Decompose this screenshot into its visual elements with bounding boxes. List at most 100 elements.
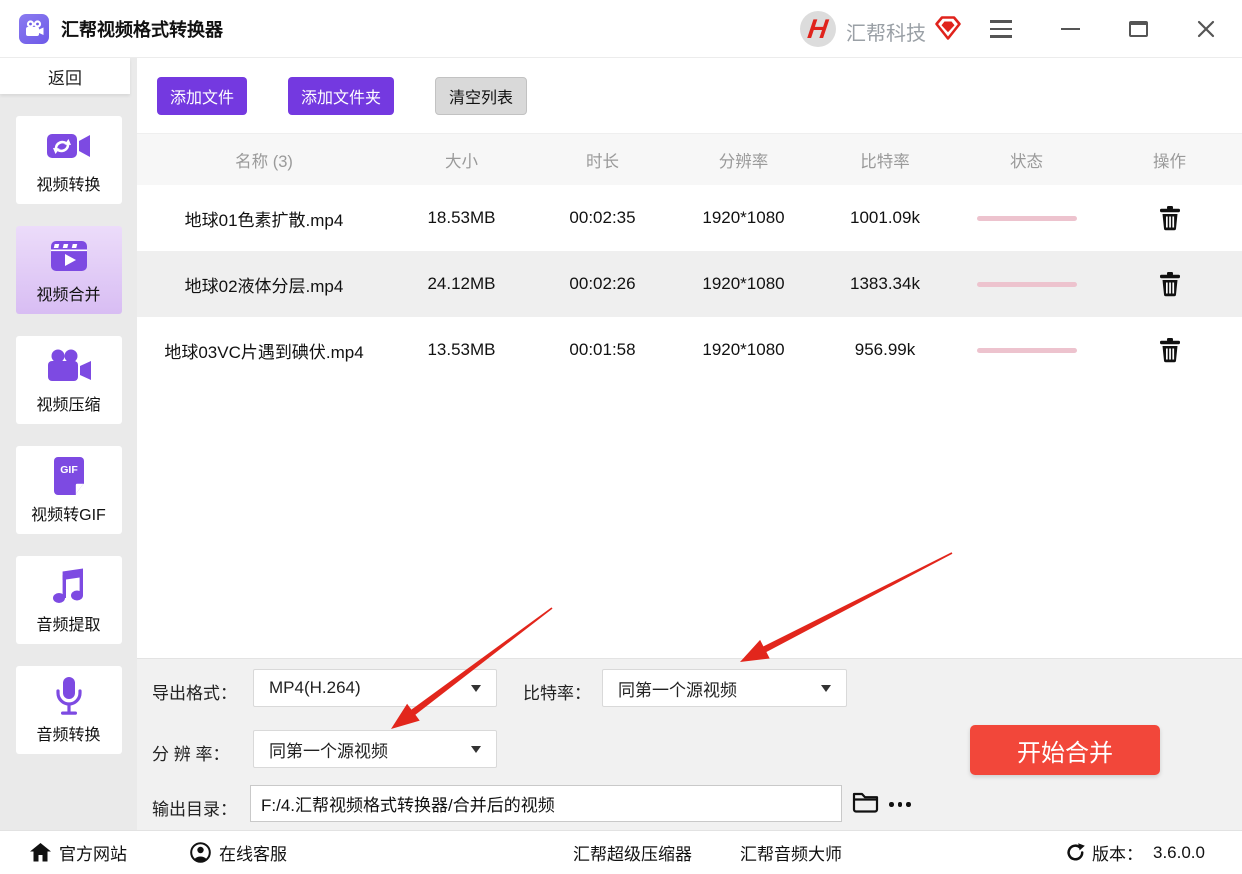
- cell-bitrate: 956.99k: [814, 340, 956, 360]
- version-info: 版本： 3.6.0.0: [1066, 831, 1205, 874]
- cell-size: 13.53MB: [391, 340, 532, 360]
- cell-size: 18.53MB: [391, 208, 532, 228]
- audio-extract-icon: [50, 566, 88, 606]
- version-label: 版本：: [1092, 840, 1143, 865]
- more-options-icon[interactable]: [889, 802, 915, 807]
- bitrate-value: 同第一个源视频: [618, 676, 737, 701]
- cell-duration: 00:02:35: [532, 208, 673, 228]
- sidebar: 返回 视频转换 视频合并: [0, 58, 137, 830]
- settings-panel: 导出格式： MP4(H.264) 比特率： 同第一个源视频 分 辨 率： 同第一…: [137, 658, 1242, 830]
- sidebar-item-audio-convert[interactable]: 音频转换: [16, 666, 122, 754]
- brand-logo-letter: H: [806, 16, 829, 43]
- audio-convert-icon: [53, 676, 85, 716]
- video-compress-icon: [46, 346, 92, 386]
- brand-name: 汇帮科技: [846, 17, 926, 46]
- support-person-icon: [190, 842, 211, 863]
- add-folder-button[interactable]: 添加文件夹: [288, 77, 394, 115]
- clear-list-button[interactable]: 清空列表: [435, 77, 527, 115]
- audio-master-link[interactable]: 汇帮音频大师: [740, 831, 842, 874]
- delete-icon[interactable]: [1159, 272, 1181, 297]
- output-dir-input[interactable]: [250, 785, 842, 822]
- sidebar-item-label: 视频转换: [36, 171, 100, 195]
- col-header-resolution: 分辨率: [673, 148, 814, 172]
- menu-icon[interactable]: [984, 14, 1018, 44]
- sidebar-item-audio-extract[interactable]: 音频提取: [16, 556, 122, 644]
- table-header: 名称 (3) 大小 时长 分辨率 比特率 状态 操作: [137, 133, 1242, 185]
- footer-bar: 官方网站 在线客服 汇帮超级压缩器 汇帮音频大师 版本： 3.6.0.0: [0, 830, 1242, 873]
- resolution-label: 分 辨 率：: [152, 740, 229, 765]
- home-icon: [30, 843, 51, 862]
- svg-text:GIF: GIF: [60, 464, 78, 476]
- cell-bitrate: 1383.34k: [814, 274, 956, 294]
- resolution-value: 同第一个源视频: [269, 737, 388, 762]
- refresh-icon: [1066, 843, 1085, 862]
- cell-name: 地球03VC片遇到碘伏.mp4: [137, 338, 391, 363]
- export-format-label: 导出格式：: [152, 679, 237, 704]
- cell-duration: 00:02:26: [532, 274, 673, 294]
- folder-icon[interactable]: [852, 790, 879, 813]
- resolution-dropdown[interactable]: 同第一个源视频: [253, 730, 497, 768]
- back-button[interactable]: 返回: [0, 58, 130, 94]
- cell-name: 地球01色素扩散.mp4: [137, 206, 391, 231]
- export-format-dropdown[interactable]: MP4(H.264): [253, 669, 497, 707]
- sidebar-item-label: 音频转换: [36, 721, 100, 745]
- col-header-size: 大小: [391, 148, 532, 172]
- official-site-link[interactable]: 官方网站: [30, 831, 127, 874]
- chevron-down-icon: [471, 685, 481, 692]
- cell-resolution: 1920*1080: [673, 274, 814, 294]
- bitrate-label: 比特率：: [523, 679, 591, 704]
- close-icon[interactable]: [1189, 14, 1223, 44]
- sidebar-item-video-convert[interactable]: 视频转换: [16, 116, 122, 204]
- delete-icon[interactable]: [1159, 206, 1181, 231]
- chevron-down-icon: [471, 746, 481, 753]
- col-header-duration: 时长: [532, 148, 673, 172]
- cell-bitrate: 1001.09k: [814, 208, 956, 228]
- cell-resolution: 1920*1080: [673, 208, 814, 228]
- start-merge-button[interactable]: 开始合并: [970, 725, 1160, 775]
- delete-icon[interactable]: [1159, 338, 1181, 363]
- add-file-button[interactable]: 添加文件: [157, 77, 247, 115]
- table-row: 地球03VC片遇到碘伏.mp4 13.53MB 00:01:58 1920*10…: [137, 317, 1242, 383]
- sidebar-item-label: 视频转GIF: [31, 501, 106, 525]
- video-merge-icon: [49, 236, 89, 276]
- status-progress-bar: [977, 216, 1077, 221]
- file-toolbar: 添加文件 添加文件夹 清空列表: [137, 58, 1242, 133]
- title-bar: 汇帮视频格式转换器 H 汇帮科技: [0, 0, 1242, 58]
- bitrate-dropdown[interactable]: 同第一个源视频: [602, 669, 847, 707]
- cell-size: 24.12MB: [391, 274, 532, 294]
- status-progress-bar: [977, 282, 1077, 287]
- sidebar-item-video-compress[interactable]: 视频压缩: [16, 336, 122, 424]
- titlebar-right: H 汇帮科技: [772, 0, 1242, 58]
- cell-name: 地球02液体分层.mp4: [137, 272, 391, 297]
- col-header-action: 操作: [1097, 148, 1242, 172]
- sidebar-item-video-merge[interactable]: 视频合并: [16, 226, 122, 314]
- window-title: 汇帮视频格式转换器: [61, 16, 223, 42]
- sidebar-item-label: 音频提取: [36, 611, 100, 635]
- super-compressor-link[interactable]: 汇帮超级压缩器: [573, 831, 692, 874]
- video-to-gif-icon: GIF: [51, 456, 87, 496]
- online-support-link[interactable]: 在线客服: [190, 831, 287, 874]
- sidebar-item-label: 视频合并: [36, 281, 100, 305]
- col-header-name: 名称 (3): [137, 148, 391, 172]
- cell-duration: 00:01:58: [532, 340, 673, 360]
- app-icon: [19, 14, 49, 44]
- sidebar-item-label: 视频压缩: [36, 391, 100, 415]
- vip-diamond-icon[interactable]: [934, 15, 962, 46]
- sidebar-item-video-to-gif[interactable]: GIF 视频转GIF: [16, 446, 122, 534]
- col-header-bitrate: 比特率: [814, 148, 956, 172]
- table-row: 地球02液体分层.mp4 24.12MB 00:02:26 1920*1080 …: [137, 251, 1242, 317]
- maximize-icon[interactable]: [1121, 14, 1155, 44]
- col-header-status: 状态: [956, 148, 1097, 172]
- version-value: 3.6.0.0: [1153, 843, 1205, 863]
- export-format-value: MP4(H.264): [269, 678, 361, 698]
- status-progress-bar: [977, 348, 1077, 353]
- official-site-label: 官方网站: [59, 840, 127, 865]
- online-support-label: 在线客服: [219, 840, 287, 865]
- cell-resolution: 1920*1080: [673, 340, 814, 360]
- main-content: 添加文件 添加文件夹 清空列表 名称 (3) 大小 时长 分辨率 比特率 状态 …: [137, 58, 1242, 830]
- brand-logo-icon: H: [800, 11, 836, 47]
- minimize-icon[interactable]: [1053, 14, 1087, 44]
- table-row: 地球01色素扩散.mp4 18.53MB 00:02:35 1920*1080 …: [137, 185, 1242, 251]
- video-convert-icon: [46, 126, 92, 166]
- output-dir-label: 输出目录：: [152, 795, 237, 820]
